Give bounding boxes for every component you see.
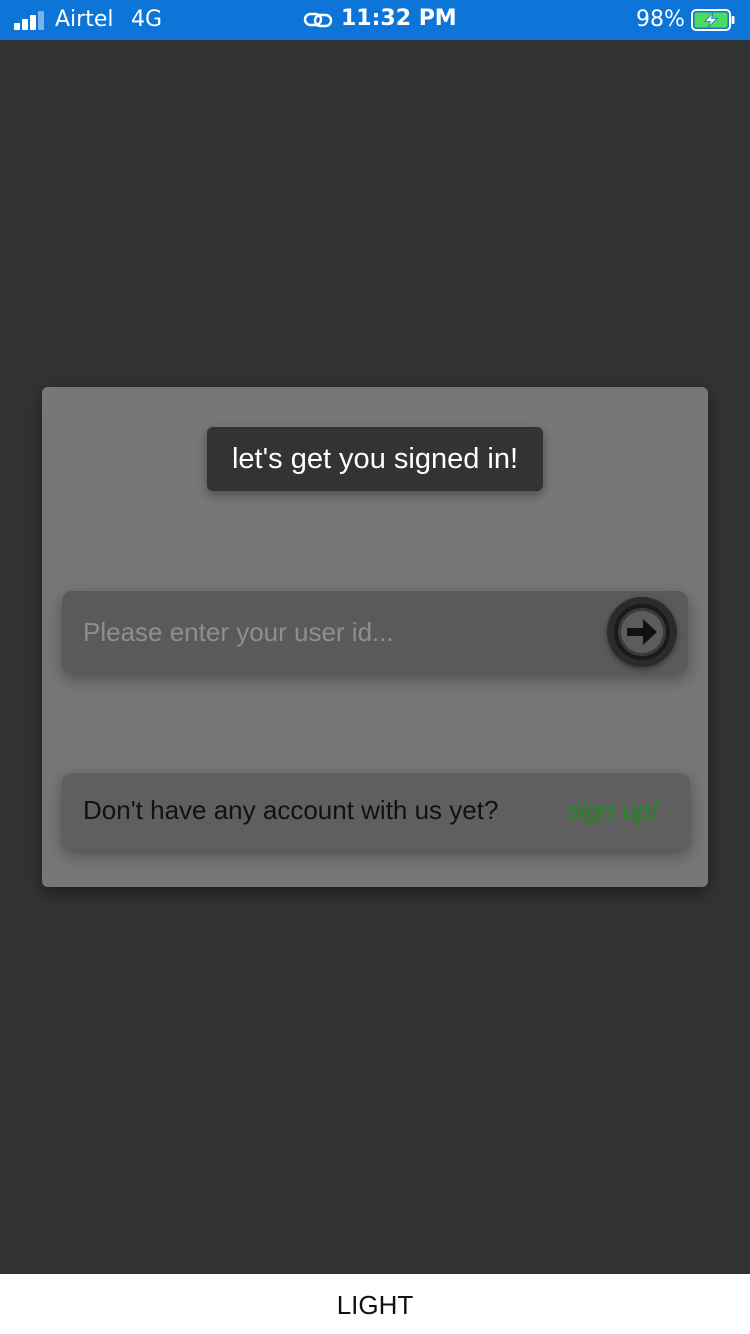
- link-icon: [303, 12, 333, 28]
- battery-percentage: 98%: [636, 7, 685, 32]
- status-bar: Airtel 4G 11:32 PM 98%: [0, 0, 750, 40]
- signal-icon: [14, 10, 48, 30]
- user-id-input[interactable]: [62, 591, 602, 673]
- user-id-field-container: [62, 591, 688, 673]
- signup-container: Don't have any account with us yet? sign…: [62, 773, 690, 849]
- carrier-name: Airtel: [55, 7, 114, 32]
- network-type: 4G: [131, 7, 163, 32]
- clock: 11:32 PM: [341, 6, 457, 31]
- page-title: let's get you signed in!: [207, 427, 543, 491]
- signup-prompt: Don't have any account with us yet?: [83, 795, 499, 825]
- bottom-bar: LIGHT: [0, 1274, 750, 1334]
- login-card: let's get you signed in! Don't have any …: [42, 387, 708, 887]
- arrow-right-icon: [614, 604, 670, 660]
- battery-charging-icon: [691, 9, 735, 31]
- signup-link[interactable]: sign up!: [567, 795, 658, 826]
- submit-button[interactable]: [607, 597, 677, 667]
- theme-label: LIGHT: [336, 1290, 414, 1320]
